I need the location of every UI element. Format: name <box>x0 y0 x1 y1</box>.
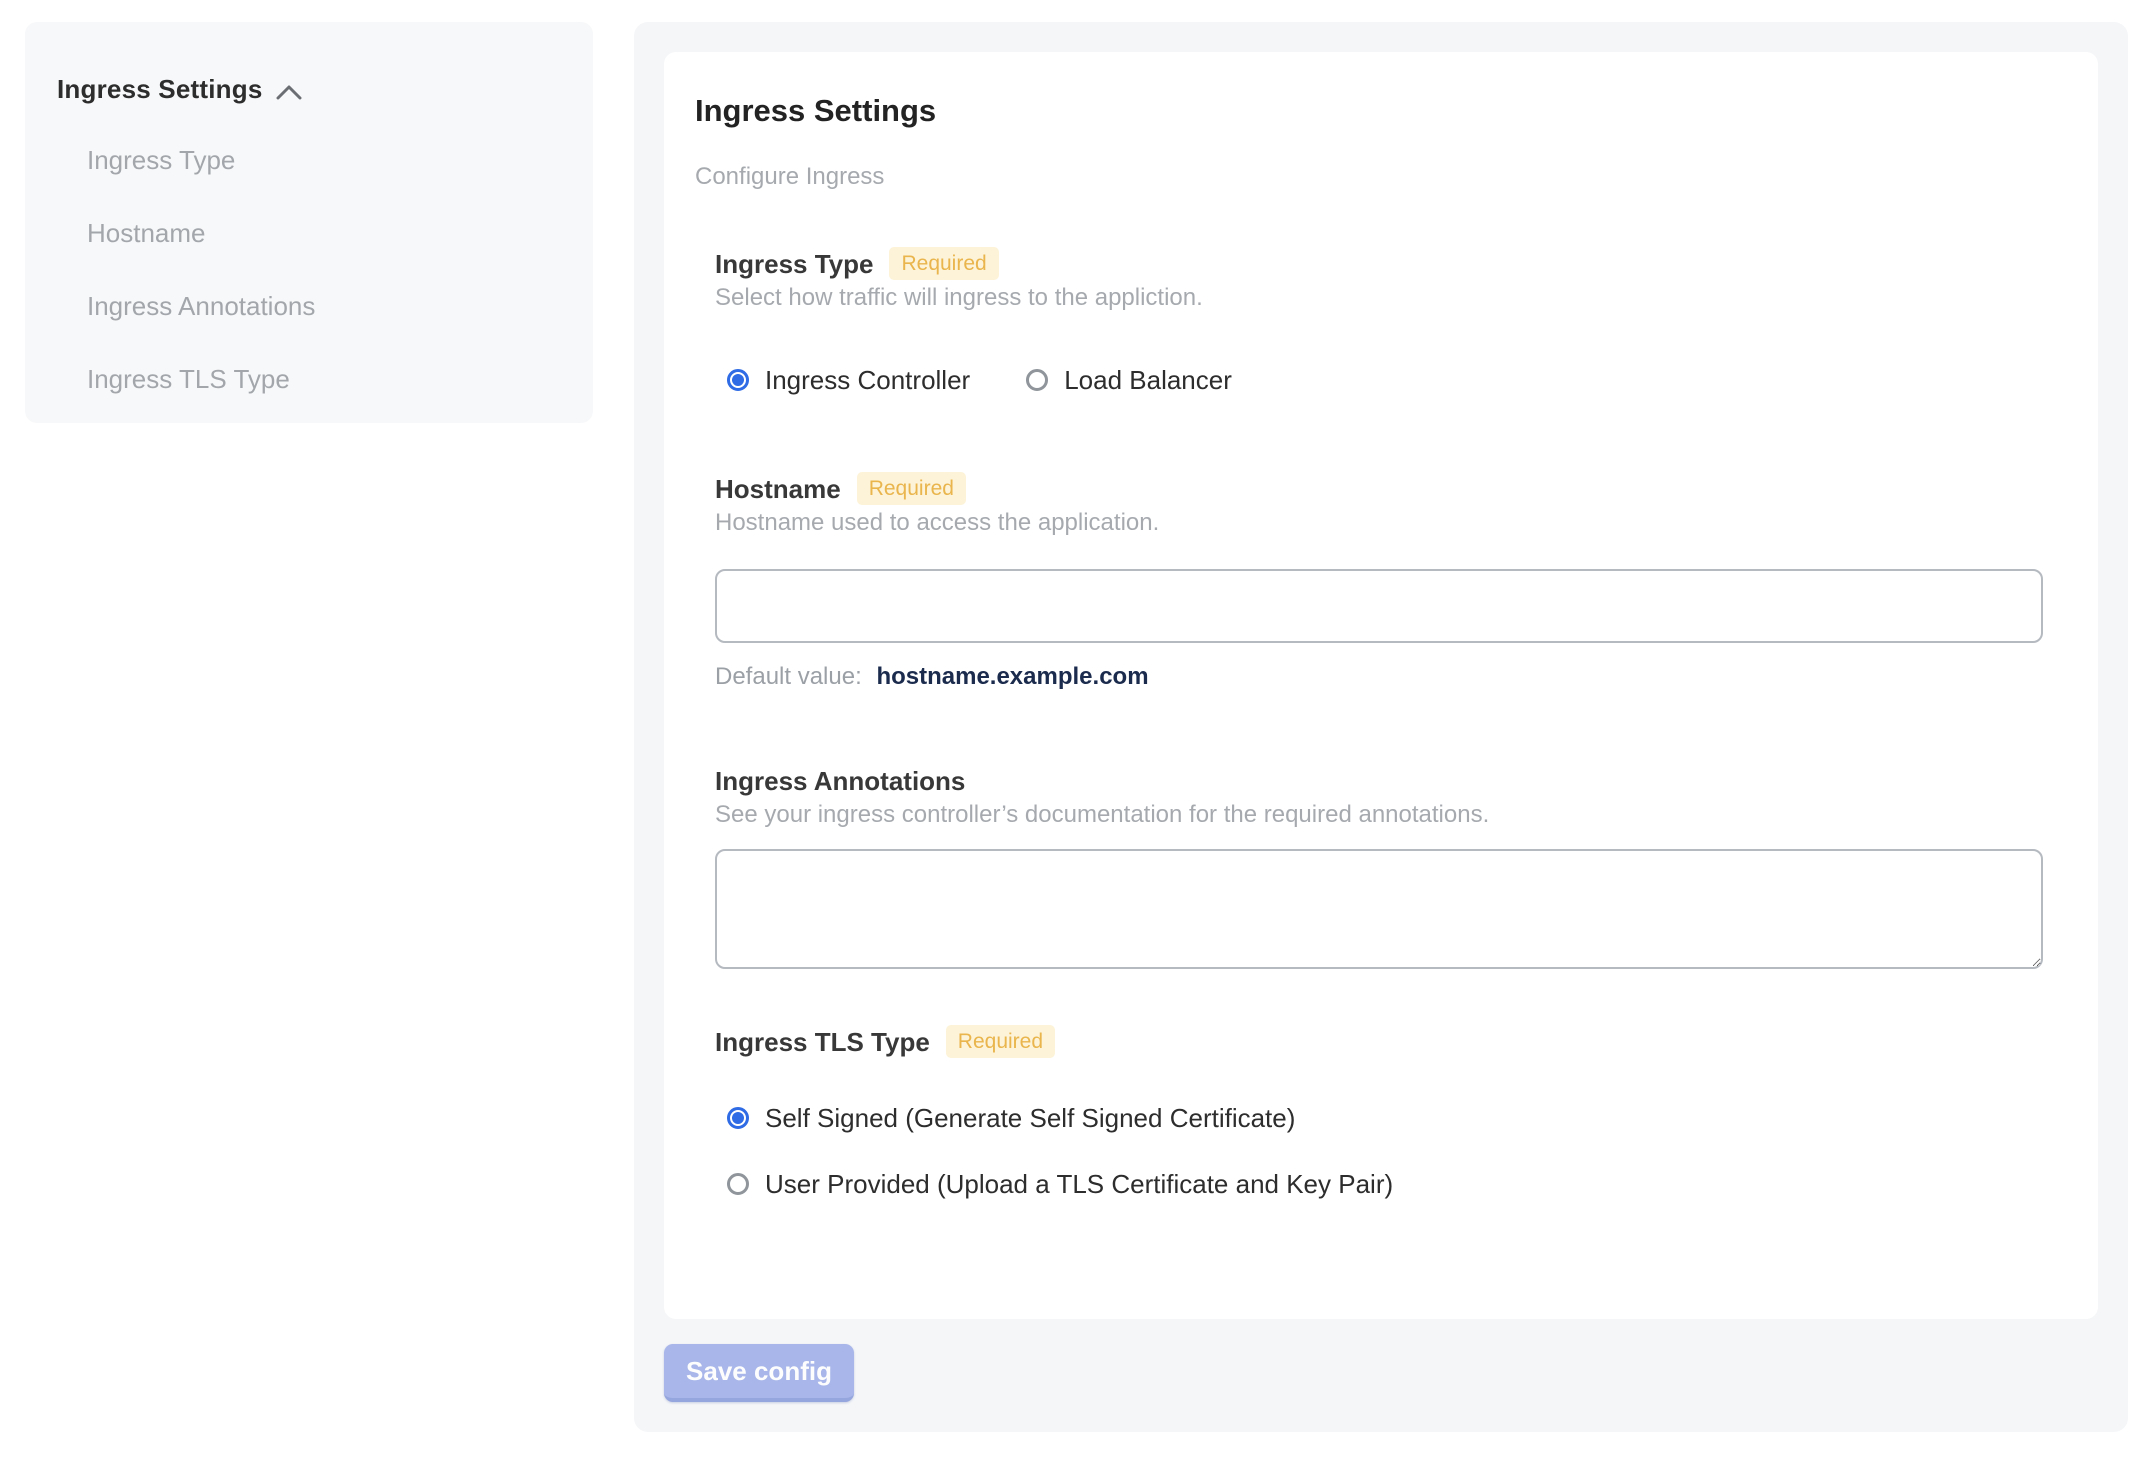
ingress-annotations-textarea[interactable] <box>715 849 2043 970</box>
radio-selected-icon[interactable] <box>727 369 749 392</box>
sidebar-item-ingress-tls-type[interactable]: Ingress TLS Type <box>87 364 561 395</box>
hostname-label: Hostname <box>715 473 841 504</box>
settings-panel: Ingress Settings Configure Ingress Ingre… <box>634 22 2128 1432</box>
ingress-type-section: Ingress Type Required Select how traffic… <box>715 247 2046 396</box>
default-value-text: hostname.example.com <box>876 663 1149 691</box>
required-badge: Required <box>856 472 966 506</box>
radio-label: Load Balancer <box>1064 365 1232 396</box>
tls-radio-group: Self Signed (Generate Self Signed Certif… <box>727 1058 2046 1200</box>
radio-option-ingress-controller[interactable]: Ingress Controller <box>727 364 970 396</box>
radio-option-user-provided[interactable]: User Provided (Upload a TLS Certificate … <box>727 1168 2046 1200</box>
radio-label: Self Signed (Generate Self Signed Certif… <box>765 1103 1296 1134</box>
default-value-label: Default value: <box>715 663 862 691</box>
chevron-up-icon[interactable] <box>276 84 302 100</box>
hostname-input[interactable] <box>715 569 2043 644</box>
ingress-settings-sidebar: Ingress Settings Ingress Type Hostname I… <box>25 22 593 423</box>
save-config-button[interactable]: Save config <box>664 1344 854 1402</box>
hostname-description: Hostname used to access the application. <box>715 509 1160 537</box>
sidebar-nav: Ingress Type Hostname Ingress Annotation… <box>57 145 561 395</box>
ingress-type-description: Select how traffic will ingress to the a… <box>715 284 1203 312</box>
radio-option-load-balancer[interactable]: Load Balancer <box>1026 364 1232 396</box>
hostname-section: Hostname Required Hostname used to acces… <box>715 472 2046 691</box>
ingress-tls-type-label: Ingress TLS Type <box>715 1026 930 1057</box>
ingress-annotations-description: See your ingress controller’s documentat… <box>715 801 1490 829</box>
ingress-type-radio-group: Ingress Controller Load Balancer <box>727 364 2046 396</box>
ingress-type-label: Ingress Type <box>715 248 874 279</box>
radio-label: User Provided (Upload a TLS Certificate … <box>765 1169 1394 1200</box>
hostname-default-line: Default value: hostname.example.com <box>715 663 2046 691</box>
sidebar-section-toggle[interactable]: Ingress Settings <box>57 74 561 105</box>
required-badge: Required <box>889 247 999 281</box>
sidebar-item-ingress-annotations[interactable]: Ingress Annotations <box>87 291 561 322</box>
ingress-annotations-label: Ingress Annotations <box>715 766 966 797</box>
ingress-annotations-section: Ingress Annotations See your ingress con… <box>715 765 2046 970</box>
sidebar-item-ingress-type[interactable]: Ingress Type <box>87 145 561 176</box>
ingress-tls-type-section: Ingress TLS Type Required Self Signed (G… <box>715 1025 2046 1200</box>
sidebar-section-title: Ingress Settings <box>57 74 263 104</box>
radio-selected-icon[interactable] <box>727 1107 749 1130</box>
radio-unselected-icon[interactable] <box>1026 369 1049 392</box>
radio-label: Ingress Controller <box>765 365 971 396</box>
radio-option-self-signed[interactable]: Self Signed (Generate Self Signed Certif… <box>727 1102 2046 1134</box>
radio-unselected-icon[interactable] <box>727 1173 749 1196</box>
page-subtitle: Configure Ingress <box>695 163 885 191</box>
sidebar-item-hostname[interactable]: Hostname <box>87 218 561 249</box>
page-title: Ingress Settings <box>695 93 937 128</box>
required-badge: Required <box>945 1025 1056 1059</box>
ingress-settings-card: Ingress Settings Configure Ingress Ingre… <box>664 52 2098 1319</box>
